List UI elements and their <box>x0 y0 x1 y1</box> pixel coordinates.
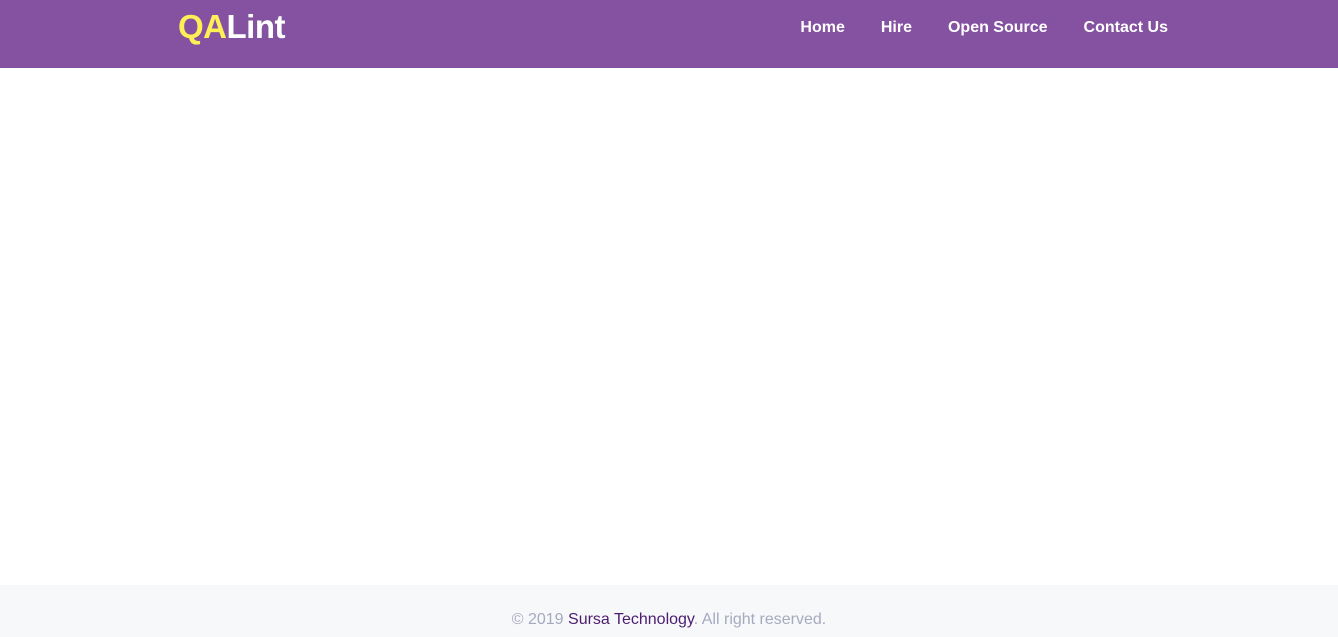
footer-copyright-prefix: © 2019 <box>511 611 569 628</box>
nav-link-hire[interactable]: Hire <box>881 18 912 38</box>
nav-link-contact-us[interactable]: Contact Us <box>1084 18 1168 38</box>
nav-link-open-source[interactable]: Open Source <box>948 18 1048 38</box>
footer-copyright-suffix: . All right reserved. <box>693 611 827 628</box>
brand-logo-lint: Lint <box>226 8 286 45</box>
brand-logo[interactable]: QALint <box>178 8 285 46</box>
footer: © 2019 Sursa Technology. All right reser… <box>0 585 1338 637</box>
main-nav: Home Hire Open Source Contact Us <box>800 0 1168 55</box>
main-content <box>0 68 1338 585</box>
top-navbar: QALint Home Hire Open Source Contact Us <box>0 0 1338 68</box>
footer-company-link[interactable]: Sursa Technology <box>568 611 694 628</box>
brand-logo-qa: QA <box>178 8 227 45</box>
nav-link-home[interactable]: Home <box>800 18 844 38</box>
